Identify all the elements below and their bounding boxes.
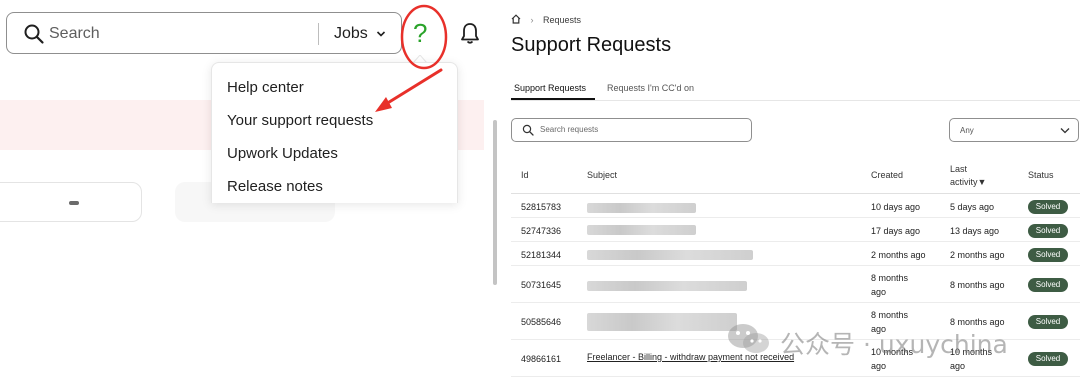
row-divider <box>511 217 1080 218</box>
column-header-created[interactable]: Created <box>871 170 903 180</box>
status-badge: Solved <box>1028 200 1068 214</box>
request-last-activity-line2: ago <box>950 361 966 371</box>
content-card <box>0 182 142 222</box>
status-filter-value: Any <box>960 126 974 135</box>
request-tabs: Support Requests Requests I'm CC'd on <box>511 82 1080 101</box>
chevron-down-icon <box>1060 128 1070 134</box>
status-badge: Solved <box>1028 278 1068 292</box>
upwork-header-panel: Search Jobs ? Help center Your support r… <box>0 0 500 383</box>
status-badge: Solved <box>1028 224 1068 238</box>
row-divider <box>511 376 1080 377</box>
column-header-subject[interactable]: Subject <box>587 170 617 180</box>
column-header-status[interactable]: Status <box>1028 170 1054 180</box>
breadcrumb: › Requests <box>511 14 581 25</box>
bell-icon[interactable] <box>459 21 481 45</box>
search-scope-select[interactable]: Jobs <box>334 25 368 43</box>
tab-requests-cc[interactable]: Requests I'm CC'd on <box>607 83 694 93</box>
home-icon[interactable] <box>511 14 521 24</box>
request-id[interactable]: 50731645 <box>521 278 561 292</box>
blurred-subject[interactable] <box>587 203 696 213</box>
chevron-down-icon <box>376 31 386 37</box>
request-id[interactable]: 52747336 <box>521 224 561 238</box>
request-created: 10 days ago <box>871 202 921 212</box>
request-last-activity: 2 months ago <box>950 250 1005 260</box>
requests-search-placeholder: Search requests <box>540 125 599 134</box>
request-created-line2: ago <box>871 361 887 371</box>
search-placeholder: Search <box>49 25 100 42</box>
blurred-subject[interactable] <box>587 225 696 235</box>
support-requests-page: › Requests Support Requests Support Requ… <box>500 0 1080 383</box>
page-title: Support Requests <box>511 34 672 56</box>
breadcrumb-current[interactable]: Requests <box>543 15 581 25</box>
help-icon: ? <box>413 18 428 48</box>
request-created-line1: 10 months <box>871 347 914 357</box>
request-last-activity: 8 months ago <box>950 317 1005 327</box>
request-last-activity: 5 days ago <box>950 202 995 212</box>
card-glyph <box>69 201 79 205</box>
request-subject-link[interactable]: Freelancer - Billing - withdraw payment … <box>587 352 794 362</box>
breadcrumb-separator: › <box>530 15 534 25</box>
request-id[interactable]: 49866161 <box>521 352 561 366</box>
table-header-divider <box>511 193 1080 194</box>
menu-item-release-notes[interactable]: Release notes <box>227 178 323 195</box>
status-badge: Solved <box>1028 352 1068 366</box>
row-divider <box>511 339 1080 340</box>
requests-search-input[interactable]: Search requests <box>511 118 752 142</box>
blurred-subject[interactable] <box>587 313 737 331</box>
search-icon <box>522 124 534 136</box>
status-filter-select[interactable]: Any <box>949 118 1079 142</box>
request-created-line1: 8 months <box>871 273 909 283</box>
request-created: 17 days ago <box>871 226 921 236</box>
search-icon <box>24 24 44 44</box>
help-dropdown-menu: Help center Your support requests Upwork… <box>211 62 458 203</box>
request-id[interactable]: 50585646 <box>521 315 561 329</box>
column-header-last-activity-line1[interactable]: Last <box>950 164 967 174</box>
request-id[interactable]: 52815783 <box>521 200 561 214</box>
request-last-activity-line1: 10 months <box>950 347 993 357</box>
row-divider <box>511 302 1080 303</box>
global-search[interactable]: Search Jobs <box>6 12 402 54</box>
request-created-line1: 8 months <box>871 310 909 320</box>
request-created-line2: ago <box>871 324 887 334</box>
menu-item-your-support-requests[interactable]: Your support requests <box>227 112 373 129</box>
request-last-activity: 13 days ago <box>950 226 1000 236</box>
row-divider <box>511 265 1080 266</box>
status-badge: Solved <box>1028 248 1068 262</box>
column-header-id[interactable]: Id <box>521 170 529 180</box>
search-divider <box>318 23 319 45</box>
menu-item-upwork-updates[interactable]: Upwork Updates <box>227 145 338 162</box>
tab-support-requests[interactable]: Support Requests <box>514 83 586 93</box>
request-last-activity: 8 months ago <box>950 280 1005 290</box>
blurred-subject[interactable] <box>587 281 747 291</box>
request-created: 2 months ago <box>871 250 926 260</box>
request-id[interactable]: 52181344 <box>521 248 561 262</box>
status-badge: Solved <box>1028 315 1068 329</box>
blurred-subject[interactable] <box>587 250 753 260</box>
row-divider <box>511 241 1080 242</box>
request-created-line2: ago <box>871 287 887 297</box>
column-header-last-activity-line2[interactable]: activity▼ <box>950 177 986 187</box>
scrollbar[interactable] <box>493 120 497 285</box>
menu-item-help-center[interactable]: Help center <box>227 79 304 96</box>
active-tab-indicator <box>511 98 595 100</box>
